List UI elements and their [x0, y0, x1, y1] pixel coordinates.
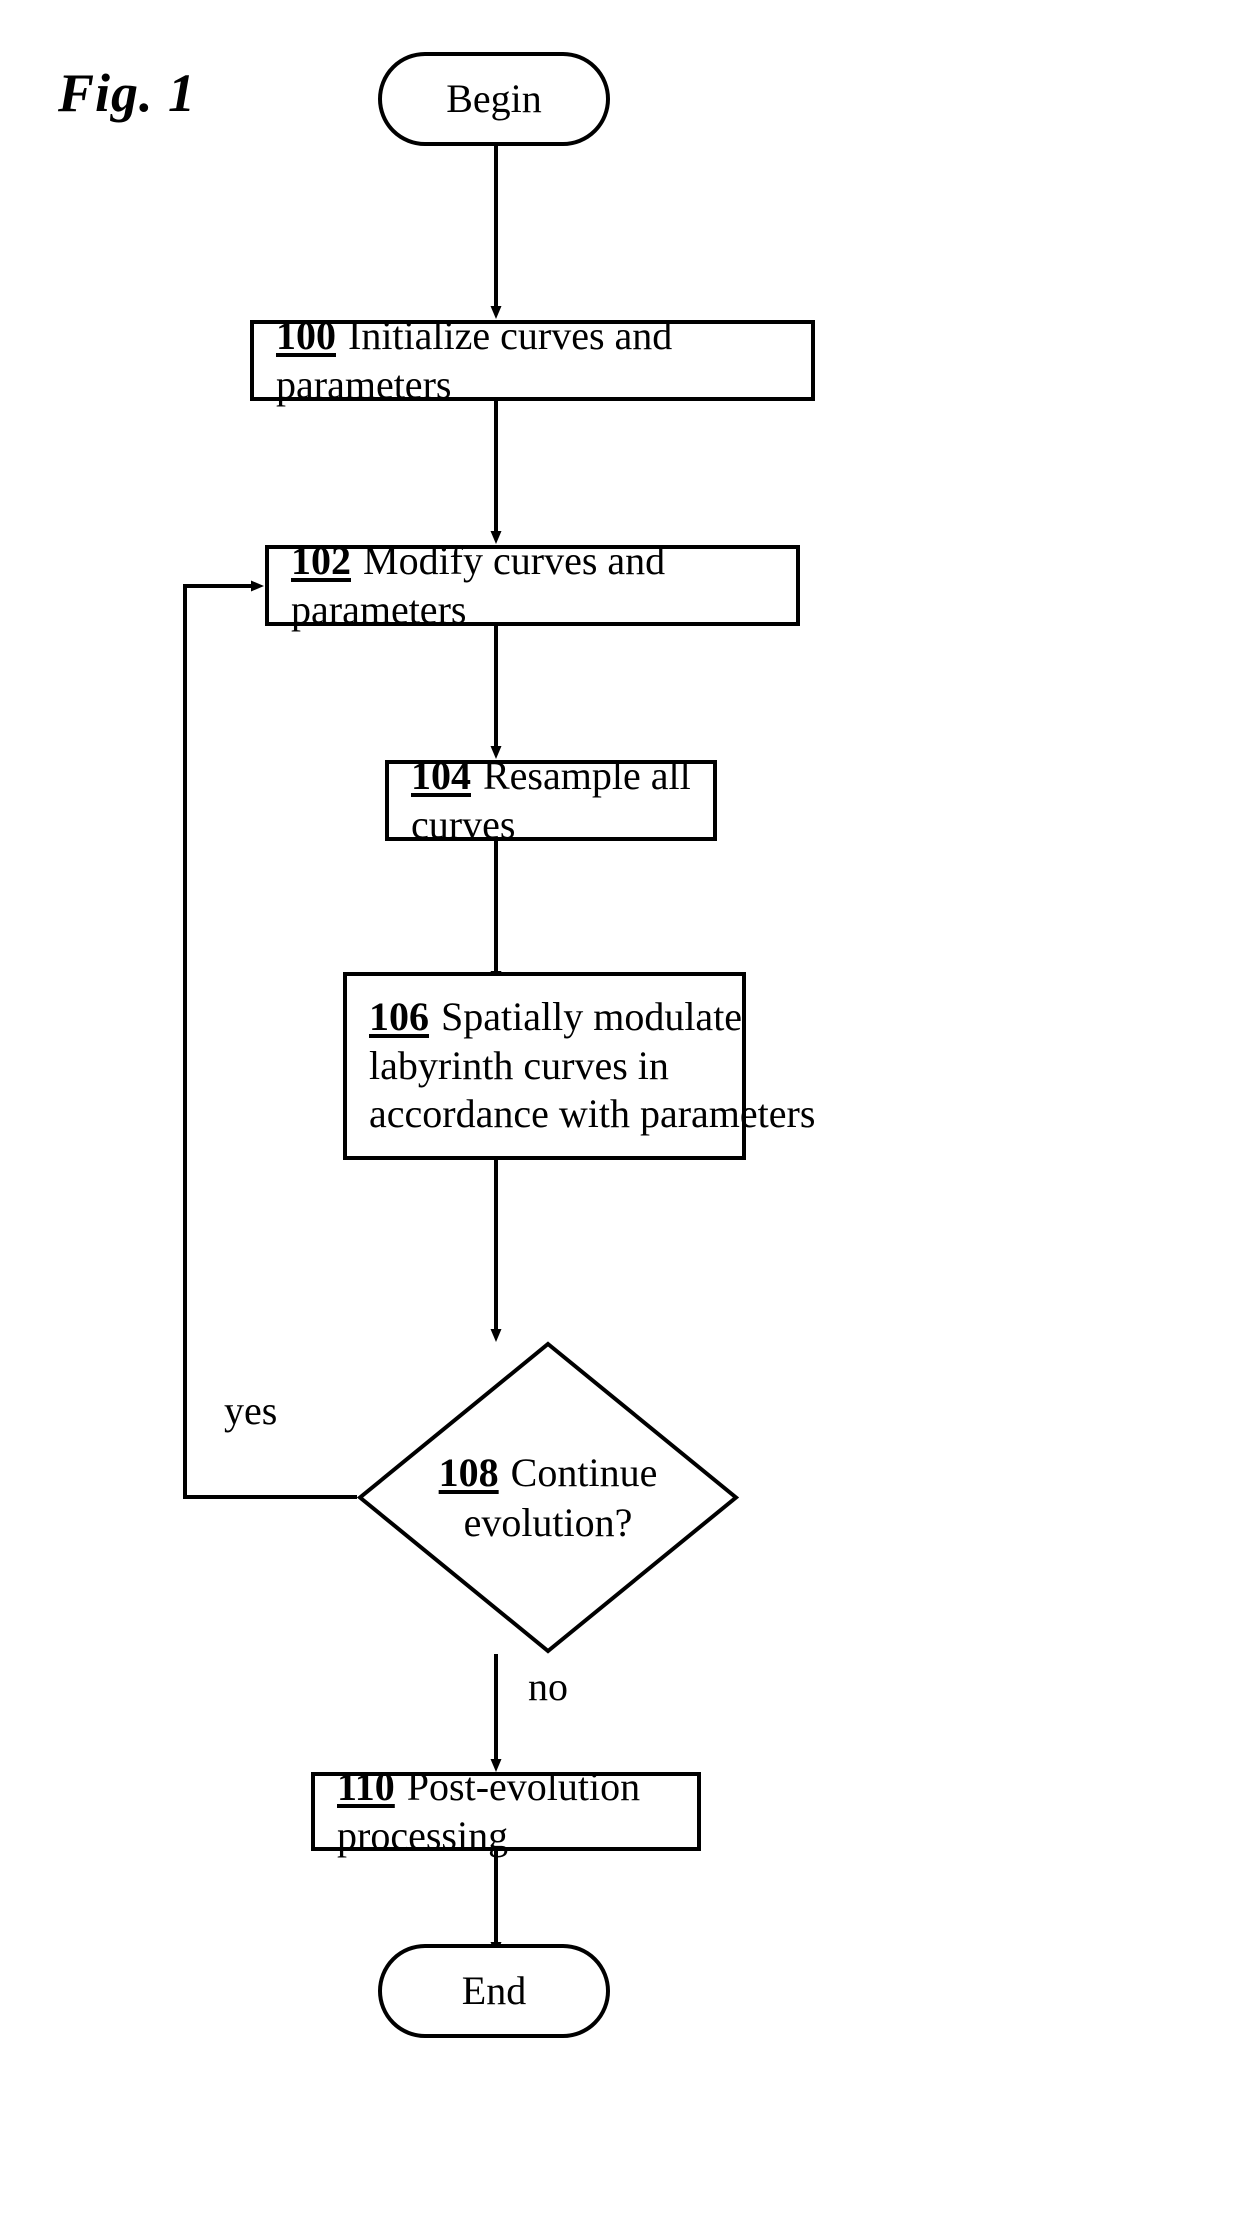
node-108[interactable]: 108 Continue evolution?: [357, 1341, 739, 1654]
node-108-label-1: Continue: [510, 1449, 658, 1495]
figure-caption: Fig. 1: [58, 63, 197, 123]
node-end[interactable]: End: [378, 1944, 610, 2038]
node-106-text: 106 Spatially modulate labyrinth curves i…: [369, 993, 815, 1139]
figure-canvas: Fig. 1 Begin 100 Initialize curves and pa…: [0, 0, 1245, 2223]
node-104-text: 104 Resample all curves: [411, 752, 699, 850]
node-102[interactable]: 102 Modify curves and parameters: [265, 538, 800, 632]
node-108-line-1: 108 Continue: [439, 1448, 658, 1498]
node-106[interactable]: 106 Spatially modulate labyrinth curves i…: [343, 972, 815, 1160]
node-110-text: 110 Post-evolution processing: [337, 1763, 683, 1861]
node-106-line-3: accordance with parameters: [369, 1091, 816, 1137]
node-108-ref: 108: [438, 1449, 499, 1495]
node-108-text: 108 Continue evolution?: [357, 1341, 739, 1654]
node-110-ref: 110: [337, 1763, 395, 1809]
node-104-ref: 104: [411, 752, 471, 798]
node-106-label-1: Spatially modulate: [441, 993, 743, 1039]
edge-label-no: no: [528, 1664, 568, 1709]
edge-108-yes-to-102: [183, 580, 357, 1499]
node-102-ref: 102: [291, 537, 351, 583]
node-110[interactable]: 110 Post-evolution processing: [311, 1764, 701, 1858]
node-100[interactable]: 100 Initialize curves and parameters: [250, 313, 815, 407]
node-begin[interactable]: Begin: [378, 52, 610, 146]
node-106-line-2: labyrinth curves in: [369, 1042, 669, 1088]
node-106-ref: 106: [369, 993, 429, 1039]
node-106-line-1: 106 Spatially modulate: [369, 993, 815, 1042]
node-104[interactable]: 104 Resample all curves: [385, 753, 717, 847]
node-100-text: 100 Initialize curves and parameters: [276, 312, 797, 410]
node-begin-label: Begin: [446, 75, 542, 121]
node-end-label: End: [461, 1967, 527, 2013]
edge-label-yes: yes: [224, 1388, 278, 1433]
node-108-line-2: evolution?: [463, 1499, 633, 1545]
node-100-ref: 100: [276, 312, 336, 358]
node-102-text: 102 Modify curves and parameters: [291, 537, 782, 635]
